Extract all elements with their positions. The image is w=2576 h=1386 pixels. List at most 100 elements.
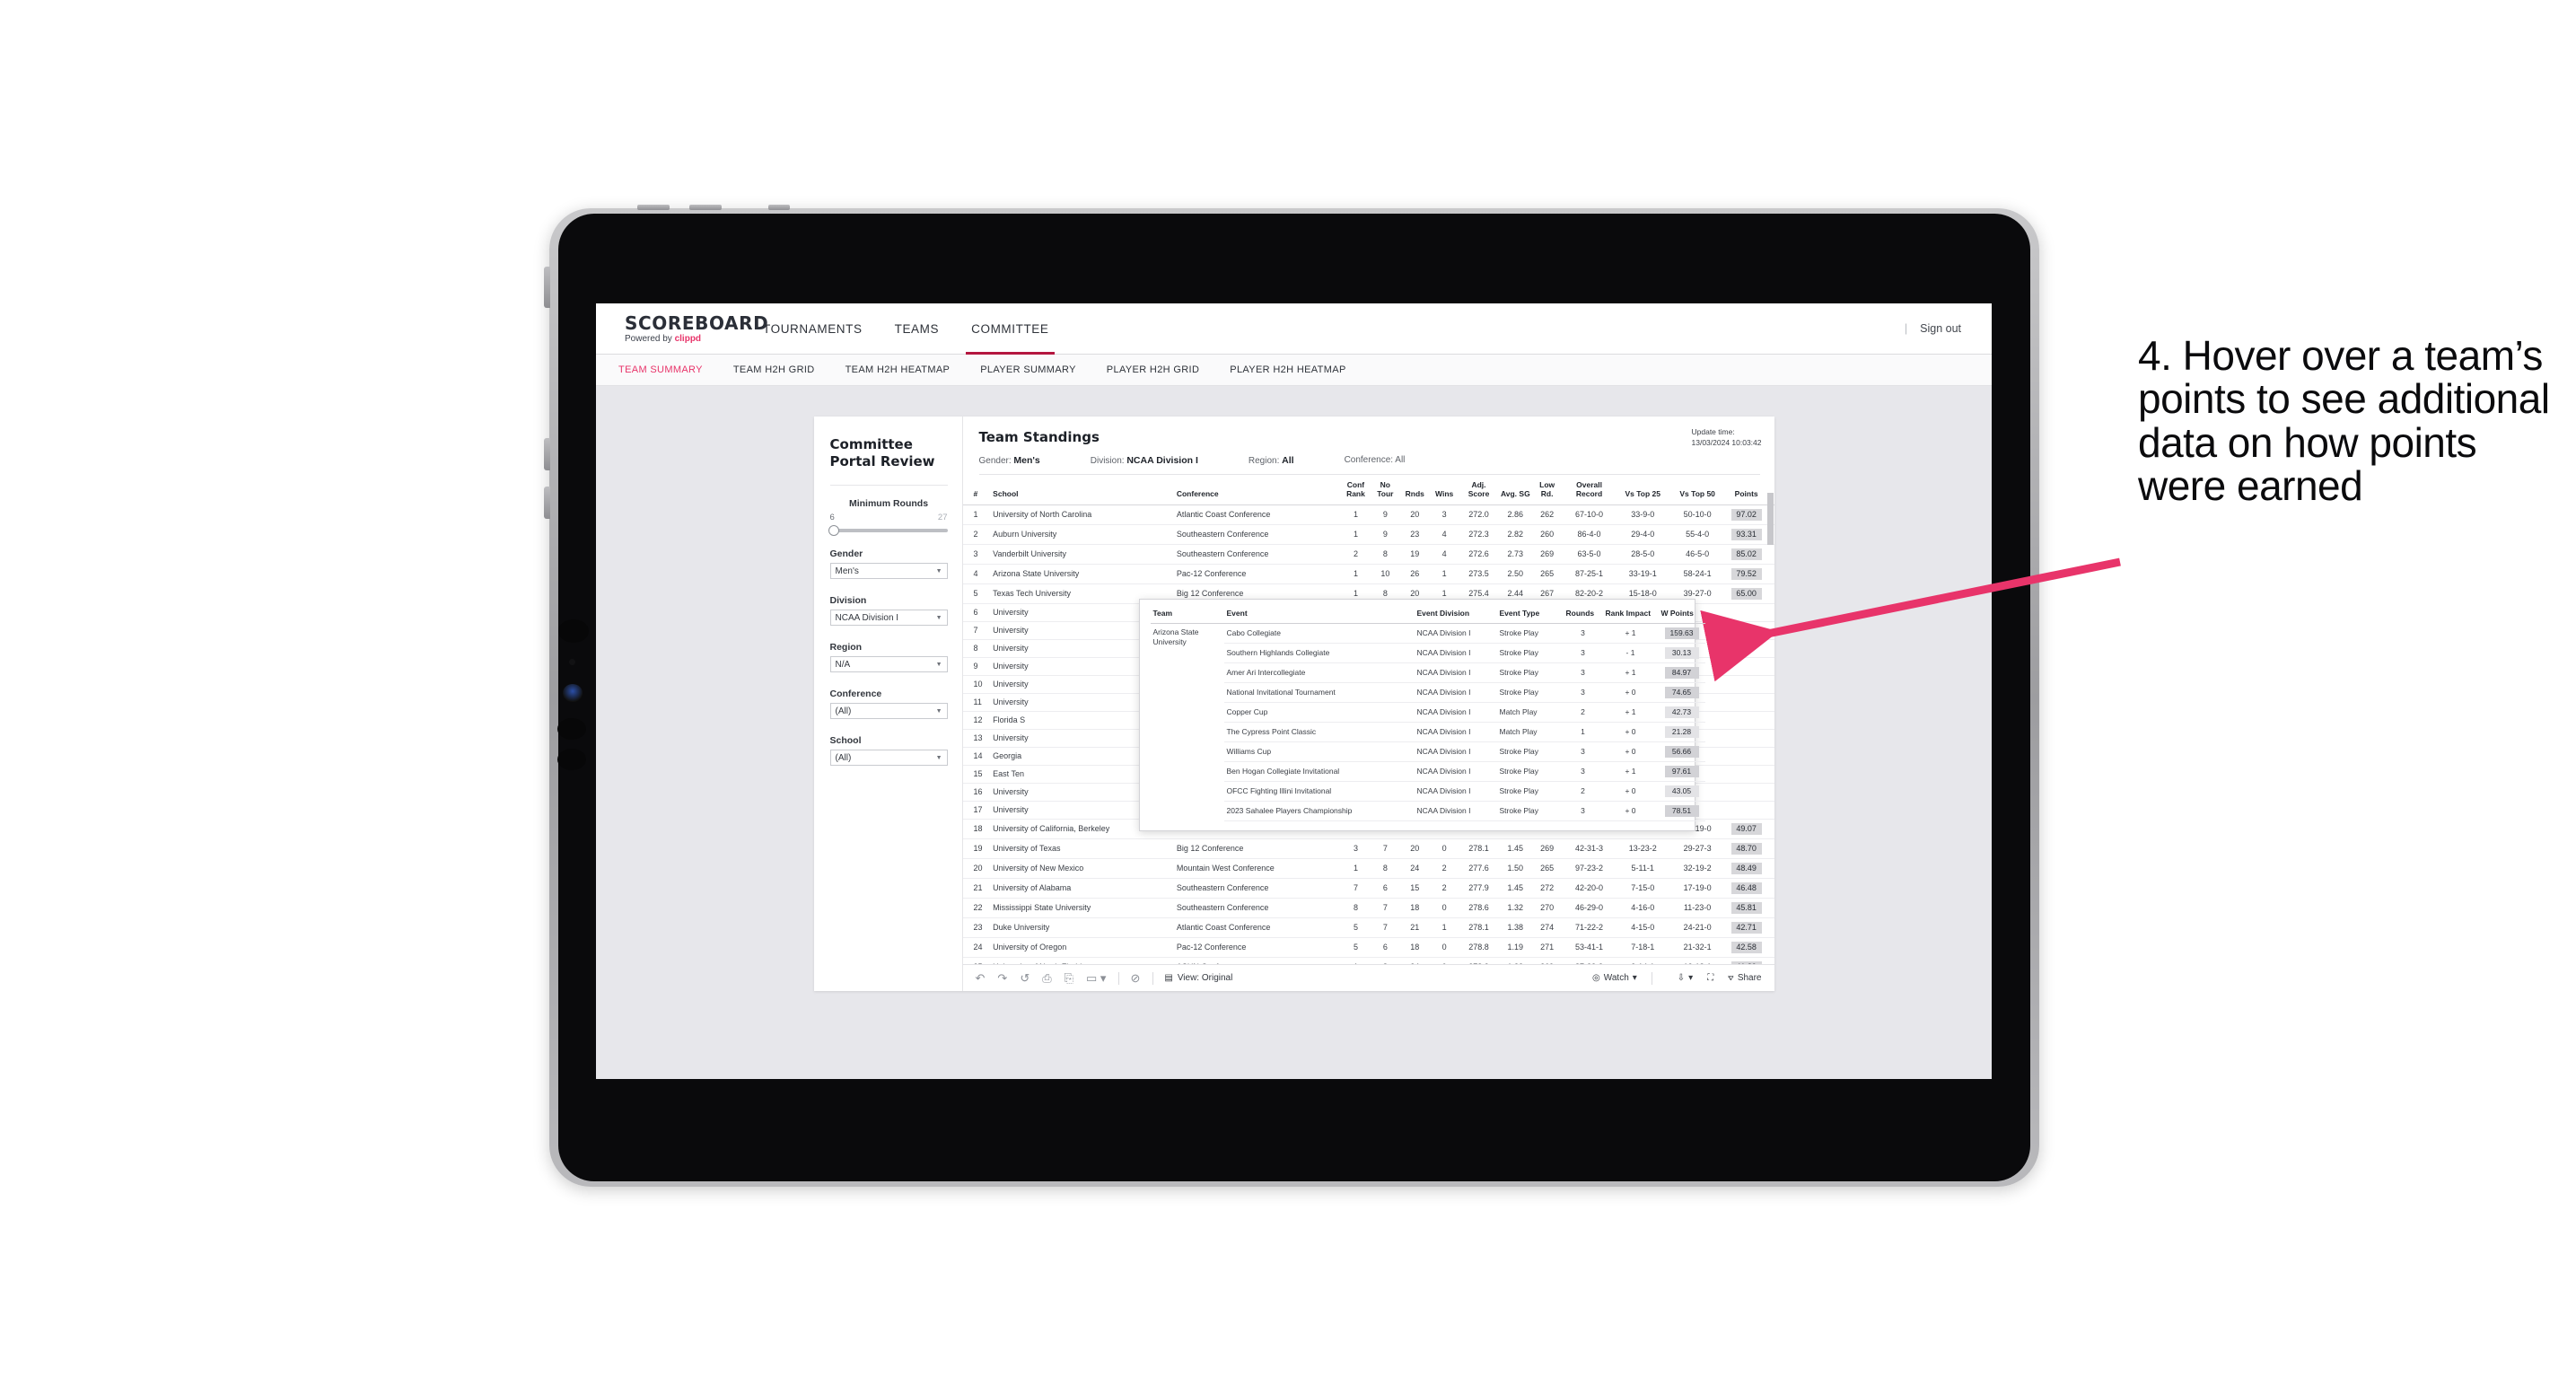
topnav-item-committee[interactable]: COMMITTEE (955, 303, 1065, 355)
gender-select[interactable]: Men's ▼ (829, 563, 948, 579)
cell-points[interactable]: 42.71 (1725, 917, 1774, 938)
points-chip[interactable]: 45.81 (1730, 902, 1762, 914)
download-button[interactable]: ⇩ ▾ (1678, 973, 1693, 983)
cell-overall_record: 46-29-0 (1562, 898, 1617, 918)
cell-low_rd: 262 (1532, 504, 1563, 525)
chevron-down-icon: ▼ (935, 614, 942, 621)
cell-points[interactable] (1725, 783, 1774, 802)
table-row[interactable]: 22 Mississippi State University Southeaste… (962, 898, 1774, 918)
col-adj-score[interactable]: Adj. Score (1459, 475, 1499, 505)
col-school[interactable]: School (991, 475, 1175, 505)
minimum-rounds-slider-thumb[interactable] (828, 525, 839, 536)
cell-overall_record: 87-22-3 (1562, 957, 1617, 964)
cell-points[interactable] (1725, 765, 1774, 784)
table-row[interactable]: 25University of North FloridaASUN Confer… (962, 957, 1774, 964)
col-low-rd[interactable]: Low Rd. (1532, 475, 1563, 505)
table-row[interactable]: 21 University of Alabama Southeastern Conf… (962, 878, 1774, 899)
cell-points[interactable] (1725, 693, 1774, 712)
fullscreen-button[interactable]: ⛶ (1707, 973, 1713, 983)
school-select[interactable]: (All) ▼ (829, 750, 948, 766)
table-row[interactable]: 24 University of Oregon Pac-12 Conference 5… (962, 937, 1774, 958)
col-vs-top-25[interactable]: Vs Top 25 (1617, 475, 1669, 505)
tooltip-cell-event: Ben Hogan Collegiate Invitational (1223, 761, 1415, 782)
table-row[interactable]: 4 Arizona State University Pac-12 Conferen… (962, 564, 1774, 584)
view-dropdown-icon[interactable]: ▭ ▾ (1086, 972, 1106, 984)
col-conf-rank[interactable]: Conf Rank (1341, 475, 1371, 505)
cell-points[interactable]: 45.81 (1725, 898, 1774, 918)
cell-school: University of North Florida (991, 957, 1175, 964)
cell-points[interactable]: 48.70 (1725, 838, 1774, 859)
tooltip-cell-event-type: Match Play (1496, 722, 1564, 742)
cell-points[interactable]: 41.89 (1725, 957, 1774, 964)
fullscreen-icon: ⛶ (1707, 973, 1714, 983)
chevron-down-icon: ▼ (935, 754, 942, 761)
table-scrollbar-thumb[interactable] (1766, 493, 1774, 545)
table-row[interactable]: 20 University of New Mexico Mountain West … (962, 858, 1774, 879)
revert-icon[interactable]: ↺ (1020, 972, 1030, 984)
share-icon: ⦡ (1728, 973, 1734, 983)
table-row[interactable]: 3 Vanderbilt University Southeastern Confe… (962, 544, 1774, 565)
tab-player-h2h-grid[interactable]: PLAYER H2H GRID (1091, 364, 1214, 375)
cell-points[interactable]: 42.58 (1725, 937, 1774, 958)
col-wins[interactable]: Wins (1429, 475, 1459, 505)
tab-team-h2h-grid[interactable]: TEAM H2H GRID (718, 364, 830, 375)
topnav-item-teams[interactable]: TEAMS (879, 303, 956, 355)
cell-points[interactable]: 49.07 (1725, 819, 1774, 839)
tab-team-summary[interactable]: TEAM SUMMARY (603, 364, 718, 375)
watch-button[interactable]: ◎ Watch ▾ (1592, 973, 1637, 983)
share-button[interactable]: ⦡ Share (1728, 973, 1761, 983)
view-original-button[interactable]: ▤ View: Original (1164, 973, 1232, 983)
table-row[interactable]: 19 University of Texas Big 12 Conference 3 7… (962, 838, 1774, 859)
cell-points[interactable]: 48.49 (1725, 858, 1774, 879)
points-chip[interactable]: 48.70 (1730, 843, 1762, 855)
cell-points[interactable] (1725, 747, 1774, 766)
col-rank[interactable]: # (962, 475, 992, 505)
cell-points[interactable] (1725, 711, 1774, 730)
cell-low_rd: 269 (1532, 544, 1563, 565)
col-conference[interactable]: Conference (1174, 475, 1342, 505)
tab-player-summary[interactable]: PLAYER SUMMARY (965, 364, 1091, 375)
conference-select[interactable]: (All) ▼ (829, 703, 948, 719)
table-row[interactable]: 23 Duke University Atlantic Coast Conferen… (962, 917, 1774, 938)
col-overall-record[interactable]: Overall Record (1562, 475, 1617, 505)
redo-icon[interactable]: ↷ (997, 972, 1007, 984)
col-rnds[interactable]: Rnds (1399, 475, 1430, 505)
points-chip[interactable]: 42.58 (1730, 942, 1762, 953)
pause-updates-icon[interactable]: ⎘ (1065, 972, 1073, 984)
cell-rnds: 24 (1399, 957, 1430, 964)
tab-player-h2h-heatmap[interactable]: PLAYER H2H HEATMAP (1214, 364, 1361, 375)
points-chip[interactable]: 97.02 (1730, 509, 1762, 521)
points-chip[interactable]: 46.48 (1730, 882, 1762, 894)
brand-logo[interactable]: SCOREBOARD Powered by clippd (625, 314, 768, 344)
tab-team-h2h-heatmap[interactable]: TEAM H2H HEATMAP (830, 364, 966, 375)
cell-vs_top_50: 24-21-0 (1669, 917, 1726, 938)
division-select[interactable]: NCAA Division I ▼ (829, 610, 948, 626)
points-chip[interactable]: 93.31 (1730, 529, 1762, 540)
cell-points[interactable]: 46.48 (1725, 878, 1774, 899)
cell-points[interactable] (1725, 729, 1774, 748)
tooltip-cell-w-points: 97.61 (1658, 761, 1705, 782)
points-chip[interactable]: 49.07 (1730, 823, 1762, 835)
points-chip[interactable]: 41.89 (1730, 961, 1762, 964)
region-select[interactable]: N/A ▼ (829, 656, 948, 672)
cell-overall_record: 67-10-0 (1562, 504, 1617, 525)
col-vs-top-50[interactable]: Vs Top 50 (1669, 475, 1726, 505)
standings-table-wrapper[interactable]: # School Conference Conf Rank No Tour Rn… (962, 475, 1774, 964)
cell-vs_top_25: 28-5-0 (1617, 544, 1669, 565)
help-icon[interactable]: ⊘ (1130, 972, 1140, 984)
minimum-rounds-slider[interactable] (828, 525, 948, 536)
cell-rank: 19 (962, 838, 992, 859)
table-row[interactable]: 1 University of North Carolina Atlantic Co… (962, 504, 1774, 525)
topnav-item-tournaments[interactable]: TOURNAMENTS (747, 303, 879, 355)
signout-link[interactable]: Sign out (1920, 322, 1961, 335)
cell-vs_top_25: 7-18-1 (1617, 937, 1669, 958)
refresh-data-icon[interactable]: ⎙ (1042, 972, 1051, 984)
col-avg-sg[interactable]: Avg. SG (1498, 475, 1533, 505)
points-chip[interactable]: 42.71 (1730, 922, 1762, 934)
annotation-text: 4. Hover over a team’s points to see add… (2138, 332, 2550, 509)
col-no-tour[interactable]: No Tour (1370, 475, 1400, 505)
undo-icon[interactable]: ↶ (976, 972, 986, 984)
cell-points[interactable] (1725, 801, 1774, 820)
points-chip[interactable]: 48.49 (1730, 863, 1762, 874)
table-row[interactable]: 2 Auburn University Southeastern Conferenc… (962, 524, 1774, 545)
